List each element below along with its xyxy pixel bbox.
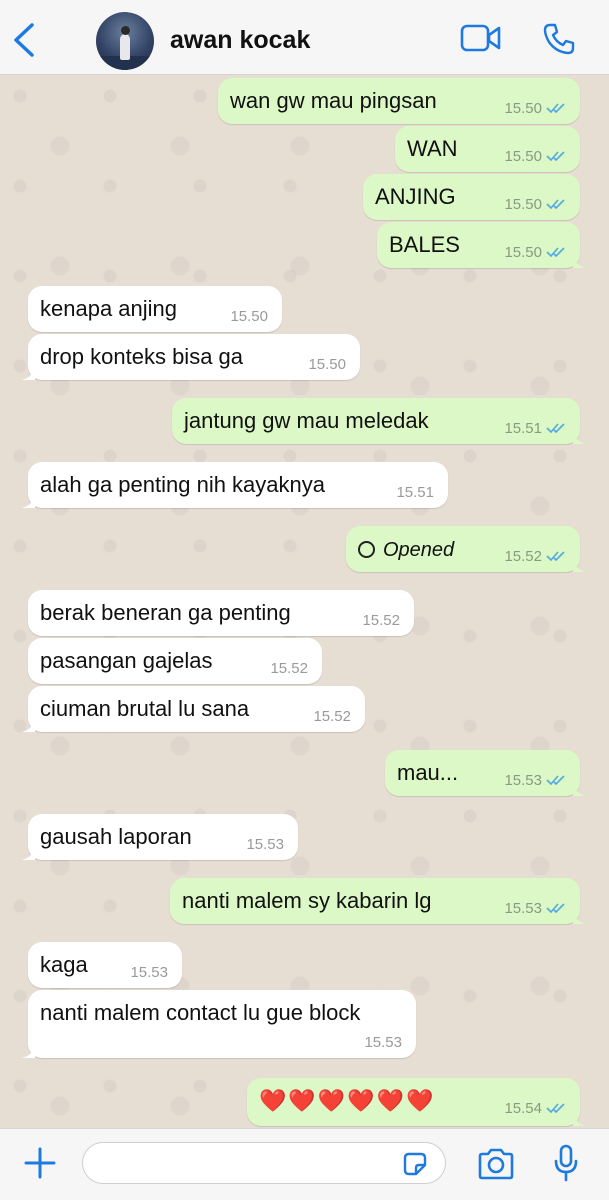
message-incoming[interactable]: alah ga penting nih kayaknya 15.51 [21, 462, 448, 508]
read-receipt-icon [546, 199, 565, 210]
message-text: kenapa anjing [40, 296, 178, 321]
message-time: 15.50 [308, 356, 346, 373]
message-text: nanti malem sy kabarin lg [182, 888, 432, 913]
camera-button[interactable] [476, 1147, 516, 1181]
message-time: 15.50 [504, 148, 542, 165]
message-outgoing[interactable]: mau... 15.53 [385, 750, 587, 796]
bubble-tail [573, 430, 587, 444]
message-time: 15.54 [504, 1100, 542, 1117]
bubble-tail [573, 254, 587, 268]
message-incoming[interactable]: nanti malem contact lu gue block 15.53 [21, 990, 416, 1058]
message-text: ciuman brutal lu sana [40, 696, 250, 721]
bubble-tail [21, 718, 35, 732]
message-time: 15.53 [130, 964, 168, 981]
chat-area[interactable]: wan gw mau pingsan 15.50 WAN 15.50 ANJIN… [0, 76, 609, 1128]
message-time: 15.53 [504, 900, 542, 917]
message-time: 15.53 [504, 772, 542, 789]
message-text: ❤️❤️❤️❤️❤️❤️ [259, 1088, 436, 1113]
message-text: mau... [397, 760, 459, 785]
message-incoming[interactable]: gausah laporan 15.53 [21, 814, 298, 860]
read-receipt-icon [546, 103, 565, 114]
read-receipt-icon [546, 1103, 565, 1114]
message-outgoing-view-once[interactable]: Opened 15.52 [346, 526, 587, 572]
attach-button[interactable] [22, 1145, 58, 1181]
message-text: gausah laporan [40, 824, 192, 849]
message-text: nanti malem contact lu gue block [40, 1000, 361, 1025]
chevron-left-icon [14, 23, 34, 57]
message-time: 15.52 [362, 612, 400, 629]
voice-call-button[interactable] [542, 22, 576, 56]
message-outgoing[interactable]: wan gw mau pingsan 15.50 [218, 78, 580, 124]
message-incoming[interactable]: ciuman brutal lu sana 15.52 [21, 686, 365, 732]
read-receipt-icon [546, 551, 565, 562]
message-time: 15.51 [504, 420, 542, 437]
message-text: ANJING [375, 184, 456, 209]
message-incoming[interactable]: drop konteks bisa ga 15.50 [21, 334, 360, 380]
phone-icon [543, 23, 575, 55]
contact-name[interactable]: awan kocak [170, 26, 310, 55]
video-call-icon [460, 24, 501, 52]
message-time: 15.50 [230, 308, 268, 325]
message-outgoing[interactable]: jantung gw mau meledak 15.51 [172, 398, 587, 444]
message-text: wan gw mau pingsan [230, 88, 437, 113]
bubble-tail [573, 1112, 587, 1126]
bubble-tail [21, 1044, 35, 1058]
voice-message-button[interactable] [552, 1143, 580, 1183]
message-text: pasangan gajelas [40, 648, 213, 673]
bubble-tail [573, 558, 587, 572]
message-time: 15.52 [313, 708, 351, 725]
video-call-button[interactable] [460, 24, 502, 52]
read-receipt-icon [546, 775, 565, 786]
message-outgoing[interactable]: ❤️❤️❤️❤️❤️❤️ 15.54 [247, 1078, 587, 1126]
message-text: kaga [40, 952, 88, 977]
message-text: BALES [389, 232, 460, 257]
message-outgoing[interactable]: ANJING 15.50 [363, 174, 580, 220]
read-receipt-icon [546, 151, 565, 162]
message-text: Opened [358, 536, 454, 562]
sticker-icon [403, 1152, 427, 1176]
message-time: 15.52 [270, 660, 308, 677]
opened-label: Opened [383, 539, 455, 561]
bubble-tail [21, 494, 35, 508]
message-time: 15.53 [246, 836, 284, 853]
read-receipt-icon [546, 247, 565, 258]
message-outgoing[interactable]: BALES 15.50 [377, 222, 587, 268]
avatar[interactable] [96, 12, 154, 70]
composer-bar [0, 1128, 609, 1200]
avatar-figure [120, 34, 130, 60]
message-text: WAN [407, 136, 458, 161]
message-incoming[interactable]: pasangan gajelas 15.52 [28, 638, 322, 684]
message-incoming[interactable]: kenapa anjing 15.50 [28, 286, 282, 332]
sticker-button[interactable] [402, 1151, 428, 1177]
message-time: 15.50 [504, 244, 542, 261]
chat-header: awan kocak [0, 0, 609, 75]
message-time: 15.51 [396, 484, 434, 501]
bubble-tail [573, 782, 587, 796]
message-time: 15.50 [504, 196, 542, 213]
message-text: jantung gw mau meledak [184, 408, 429, 433]
message-time: 15.53 [364, 1034, 402, 1051]
read-receipt-icon [546, 423, 565, 434]
view-once-opened-icon [358, 541, 375, 558]
bubble-tail [573, 910, 587, 924]
message-incoming[interactable]: berak beneran ga penting 15.52 [28, 590, 414, 636]
message-time: 15.50 [504, 100, 542, 117]
bubble-tail [21, 366, 35, 380]
message-time: 15.52 [504, 548, 542, 565]
bubble-tail [21, 846, 35, 860]
message-incoming[interactable]: kaga 15.53 [28, 942, 182, 988]
message-text: berak beneran ga penting [40, 600, 291, 625]
read-receipt-icon [546, 903, 565, 914]
plus-icon [24, 1147, 56, 1179]
back-button[interactable] [10, 22, 40, 58]
message-outgoing[interactable]: nanti malem sy kabarin lg 15.53 [170, 878, 587, 924]
message-outgoing[interactable]: WAN 15.50 [395, 126, 580, 172]
message-text: drop konteks bisa ga [40, 344, 244, 369]
camera-icon [478, 1148, 514, 1180]
message-input[interactable] [82, 1142, 446, 1184]
message-text: alah ga penting nih kayaknya [40, 472, 325, 497]
avatar-head [121, 26, 130, 35]
microphone-icon [554, 1144, 578, 1182]
